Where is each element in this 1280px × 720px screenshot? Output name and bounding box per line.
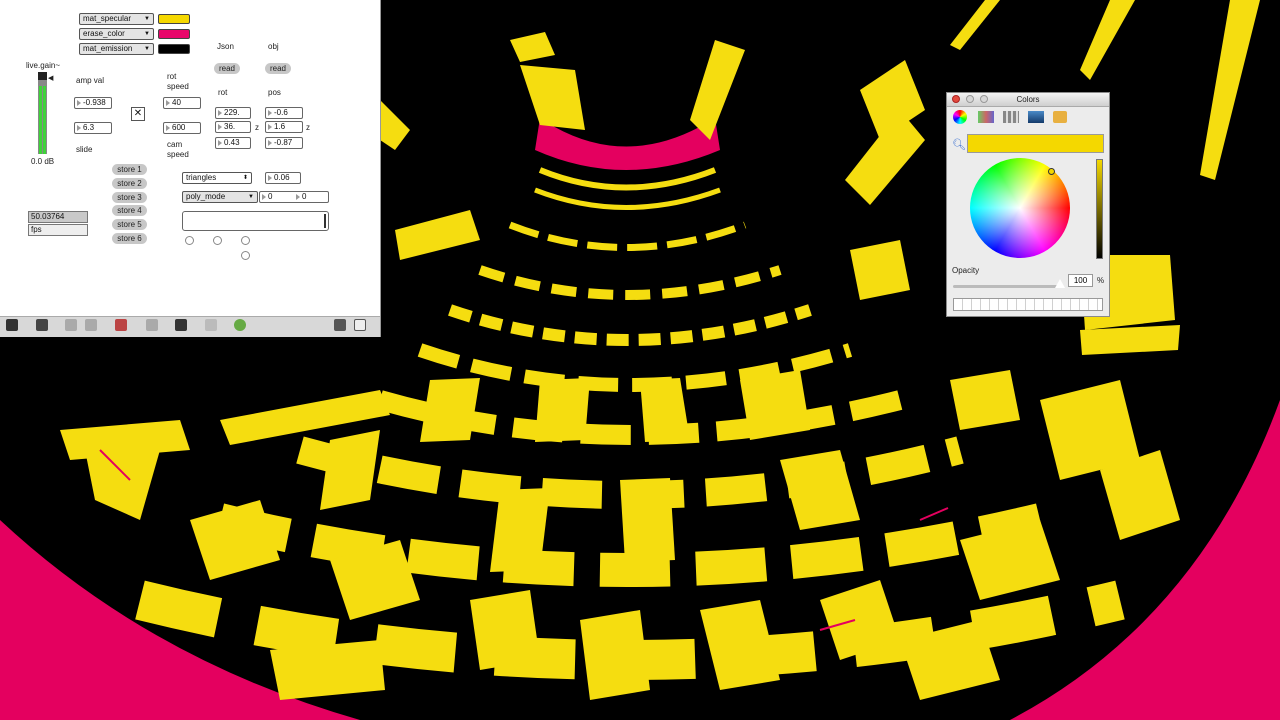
- dsp-icon[interactable]: [234, 319, 246, 331]
- message-box[interactable]: [182, 211, 329, 231]
- read-obj-button[interactable]: read: [265, 63, 291, 74]
- menu-label: poly_mode: [186, 192, 226, 201]
- chevron-down-icon: ▼: [144, 31, 150, 37]
- sliders-tab-icon[interactable]: [978, 111, 994, 123]
- erase-color-menu[interactable]: erase_color ▼: [79, 28, 154, 40]
- crayons-tab-icon[interactable]: [1053, 111, 1067, 123]
- chevron-down-icon: ▼: [144, 16, 150, 22]
- read-json-button[interactable]: read: [214, 63, 240, 74]
- poly-values[interactable]: 0 0: [259, 191, 329, 203]
- percent-label: %: [1097, 276, 1105, 285]
- store-4-button[interactable]: store 4: [112, 205, 147, 216]
- toggle-x[interactable]: ✕: [131, 107, 145, 121]
- gain-arrow-icon: ◀: [48, 75, 54, 82]
- opacity-slider[interactable]: [953, 285, 1061, 288]
- color-wheel-tab-icon[interactable]: [953, 110, 967, 124]
- store-2-button[interactable]: store 2: [112, 178, 147, 189]
- draw-value-number[interactable]: 0.06: [265, 172, 301, 184]
- chevron-down-icon: ▼: [144, 46, 150, 52]
- updown-icon: ⬍: [242, 175, 248, 181]
- menu-label: erase_color: [83, 29, 125, 38]
- palettes-tab-icon[interactable]: [1003, 111, 1019, 123]
- color-swatch-strip[interactable]: [953, 298, 1103, 311]
- mat-emission-swatch[interactable]: [158, 44, 190, 54]
- rot-speed-number[interactable]: 40: [163, 97, 201, 109]
- color-wheel[interactable]: [970, 158, 1070, 258]
- rot-z-label: z: [255, 123, 259, 132]
- radio-button[interactable]: [241, 251, 250, 260]
- gain-label: live.gain~: [26, 61, 61, 70]
- inspector-icon[interactable]: [115, 319, 127, 331]
- json-label: Json: [217, 42, 234, 51]
- rot-y-number[interactable]: 36.: [215, 121, 251, 133]
- gain-slider[interactable]: [38, 72, 47, 154]
- opacity-value-field[interactable]: 100: [1068, 274, 1093, 287]
- magnifier-icon[interactable]: 🔍︎: [952, 138, 966, 151]
- rot-label: rot: [218, 88, 228, 97]
- colors-panel: Colors 🔍︎ Opacity 100 %: [946, 92, 1110, 317]
- menu-label: mat_emission: [83, 44, 133, 53]
- cam-speed-number[interactable]: 600: [163, 122, 201, 134]
- fps-value: 50.03764: [28, 211, 88, 223]
- grid-icon[interactable]: [205, 319, 217, 331]
- store-6-button[interactable]: store 6: [112, 233, 147, 244]
- gain-db-value: 0.0 dB: [31, 157, 55, 166]
- store-1-button[interactable]: store 1: [112, 164, 147, 175]
- sidebar-icon[interactable]: [354, 319, 366, 331]
- opacity-label: Opacity: [952, 266, 980, 275]
- rot-z-number[interactable]: 0.43: [215, 137, 251, 149]
- grid-off-icon[interactable]: [85, 319, 97, 331]
- info-icon[interactable]: [146, 319, 158, 331]
- link-icon[interactable]: [65, 319, 77, 331]
- chevron-down-icon: ▼: [248, 194, 254, 200]
- pos-y-number[interactable]: 1.6: [265, 121, 303, 133]
- cam-speed-label: cam speed: [167, 140, 189, 159]
- colors-titlebar[interactable]: Colors: [947, 93, 1109, 107]
- poly-mode-menu[interactable]: poly_mode ▼: [182, 191, 258, 203]
- pos-z-label: z: [306, 123, 310, 132]
- obj-label: obj: [268, 42, 279, 51]
- radio-button[interactable]: [213, 236, 222, 245]
- amp-val-label: amp val: [76, 76, 105, 85]
- menu-label: triangles: [186, 173, 217, 182]
- pos-z-number[interactable]: -0.87: [265, 137, 303, 149]
- radio-button[interactable]: [185, 236, 194, 245]
- slide-number[interactable]: 6.3: [74, 122, 112, 134]
- amp-val-number[interactable]: -0.938: [74, 97, 112, 109]
- radio-button[interactable]: [241, 236, 250, 245]
- menu-label: mat_specular: [83, 14, 132, 23]
- pos-label: pos: [268, 88, 281, 97]
- selected-color-well[interactable]: [967, 134, 1104, 153]
- color-picker-handle[interactable]: [1048, 168, 1055, 175]
- colors-title: Colors: [1016, 95, 1040, 104]
- opacity-slider-knob[interactable]: [1055, 279, 1065, 288]
- erase-color-swatch[interactable]: [158, 29, 190, 39]
- mat-emission-menu[interactable]: mat_emission ▼: [79, 43, 154, 55]
- patcher-toolbar: [0, 316, 380, 337]
- store-5-button[interactable]: store 5: [112, 219, 147, 230]
- brightness-slider[interactable]: [1096, 159, 1103, 259]
- presentation-icon[interactable]: [36, 319, 48, 331]
- split-view-icon[interactable]: [334, 319, 346, 331]
- mat-specular-menu[interactable]: mat_specular ▼: [79, 13, 154, 25]
- store-3-button[interactable]: store 3: [112, 192, 147, 203]
- pos-x-number[interactable]: -0.6: [265, 107, 303, 119]
- rot-speed-label: rot speed: [167, 72, 189, 91]
- lock-icon[interactable]: [6, 319, 18, 331]
- eye-icon[interactable]: [175, 319, 187, 331]
- rot-x-number[interactable]: 229.: [215, 107, 251, 119]
- mat-specular-swatch[interactable]: [158, 14, 190, 24]
- patcher-window: mat_specular ▼ erase_color ▼ mat_emission ▼…: [0, 0, 381, 337]
- image-palettes-tab-icon[interactable]: [1028, 111, 1044, 123]
- draw-mode-menu[interactable]: triangles ⬍: [182, 172, 252, 184]
- fps-label: fps: [28, 224, 88, 236]
- slide-label: slide: [76, 145, 93, 154]
